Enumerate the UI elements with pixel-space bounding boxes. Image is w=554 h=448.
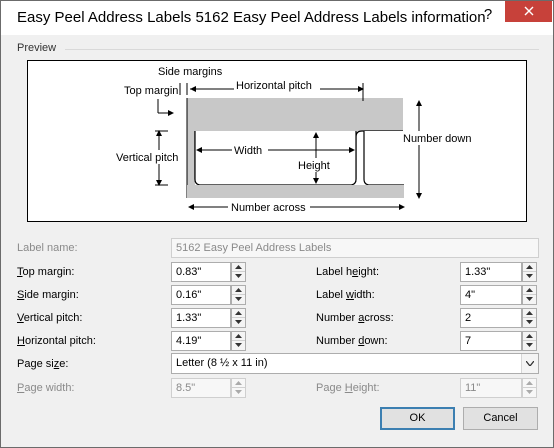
top-margin-label: Top margin: xyxy=(17,266,75,278)
top-margin-stepper[interactable] xyxy=(231,262,246,282)
number-down-input[interactable]: 7 xyxy=(460,331,522,351)
preview-group-label: Preview xyxy=(17,42,57,54)
spin-up-icon xyxy=(232,379,245,388)
close-icon xyxy=(524,6,533,16)
preview-svg: Side margins Horizontal pitch Top margin… xyxy=(114,66,480,214)
side-margin-input[interactable]: 0.16" xyxy=(171,285,231,305)
label-width-stepper[interactable] xyxy=(522,285,537,305)
title-bar: Easy Peel Address Labels 5162 Easy Peel … xyxy=(1,1,553,35)
spin-up-icon[interactable] xyxy=(232,263,245,272)
side-margins-text: Side margins xyxy=(158,66,223,78)
close-button[interactable] xyxy=(505,1,552,22)
top-margin-text: Top margin xyxy=(124,85,178,97)
top-margin-input[interactable]: 0.83" xyxy=(171,262,231,282)
label-width-label: Label width: xyxy=(316,289,375,301)
spin-down-icon[interactable] xyxy=(232,295,245,304)
number-across-input[interactable]: 2 xyxy=(460,308,522,328)
spin-up-icon[interactable] xyxy=(232,332,245,341)
spin-down-icon[interactable] xyxy=(232,341,245,350)
label-sheet-left-strip xyxy=(187,98,195,198)
page-size-label: Page size: xyxy=(17,358,69,370)
help-button[interactable]: ? xyxy=(473,3,503,27)
vertical-pitch-stepper[interactable] xyxy=(231,308,246,328)
number-down-stepper[interactable] xyxy=(522,331,537,351)
spin-up-icon[interactable] xyxy=(523,309,536,318)
label-2-body xyxy=(364,131,404,185)
height-text: Height xyxy=(298,160,330,172)
spin-up-icon[interactable] xyxy=(523,286,536,295)
spin-up-icon xyxy=(523,379,536,388)
horizontal-pitch-text: Horizontal pitch xyxy=(236,80,312,92)
label-details-dialog: Easy Peel Address Labels 5162 Easy Peel … xyxy=(0,0,554,448)
horizontal-pitch-input[interactable]: 4.19" xyxy=(171,331,231,351)
horizontal-pitch-stepper[interactable] xyxy=(231,331,246,351)
label-name-label: Label name: xyxy=(17,242,78,254)
label-name-field: 5162 Easy Peel Address Labels xyxy=(171,238,539,258)
label-sheet-top-strip xyxy=(191,98,403,131)
spin-down-icon[interactable] xyxy=(523,272,536,281)
label-height-input[interactable]: 1.33" xyxy=(460,262,522,282)
spin-down-icon[interactable] xyxy=(523,318,536,327)
label-width-input[interactable]: 4" xyxy=(460,285,522,305)
number-down-text: Number down xyxy=(403,133,471,145)
number-across-stepper[interactable] xyxy=(522,308,537,328)
page-width-stepper xyxy=(231,378,246,398)
vertical-pitch-label: Vertical pitch: xyxy=(17,312,83,324)
chevron-down-icon[interactable] xyxy=(521,354,538,373)
spin-down-icon[interactable] xyxy=(523,341,536,350)
spin-down-icon[interactable] xyxy=(232,272,245,281)
page-size-select[interactable]: Letter (8 ½ x 11 in) xyxy=(171,353,539,374)
page-height-input: 11" xyxy=(460,378,522,398)
vertical-pitch-input[interactable]: 1.33" xyxy=(171,308,231,328)
spin-up-icon[interactable] xyxy=(523,332,536,341)
page-width-label: Page width: xyxy=(17,382,75,394)
horizontal-pitch-label: Horizontal pitch: xyxy=(17,335,96,347)
number-across-label: Number across: xyxy=(316,312,394,324)
width-text: Width xyxy=(234,145,262,157)
page-height-label: Page Height: xyxy=(316,382,380,394)
page-height-stepper xyxy=(522,378,537,398)
spin-up-icon[interactable] xyxy=(232,286,245,295)
label-height-label: Label height: xyxy=(316,266,380,278)
preview-diagram: Side margins Horizontal pitch Top margin… xyxy=(27,60,527,222)
vertical-pitch-text: Vertical pitch xyxy=(116,152,178,164)
spin-down-icon[interactable] xyxy=(232,318,245,327)
side-margin-label: Side margin: xyxy=(17,289,79,301)
spin-down-icon xyxy=(232,388,245,397)
side-margin-stepper[interactable] xyxy=(231,285,246,305)
number-down-label: Number down: xyxy=(316,335,388,347)
page-width-input: 8.5" xyxy=(171,378,231,398)
spin-down-icon[interactable] xyxy=(523,295,536,304)
spin-down-icon xyxy=(523,388,536,397)
dialog-title: Easy Peel Address Labels 5162 Easy Peel … xyxy=(17,9,486,26)
ok-button[interactable]: OK xyxy=(380,407,455,430)
spin-up-icon[interactable] xyxy=(232,309,245,318)
preview-group-divider xyxy=(65,49,539,50)
label-height-stepper[interactable] xyxy=(522,262,537,282)
spin-up-icon[interactable] xyxy=(523,263,536,272)
page-size-value: Letter (8 ½ x 11 in) xyxy=(176,357,268,369)
cancel-button[interactable]: Cancel xyxy=(463,407,538,430)
number-across-text: Number across xyxy=(231,202,306,214)
